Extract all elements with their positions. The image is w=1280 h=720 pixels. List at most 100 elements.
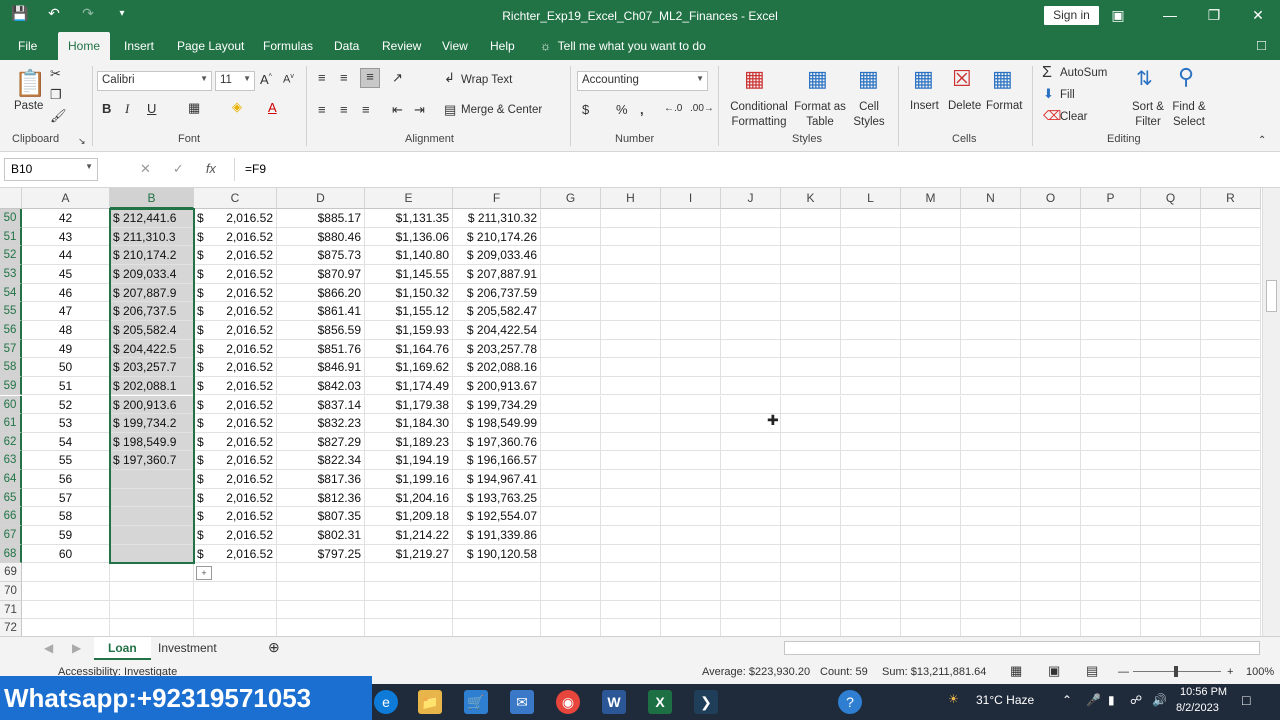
cell-e[interactable]: $1,131.35 bbox=[365, 209, 453, 228]
cell-empty[interactable] bbox=[781, 320, 841, 340]
cell-empty[interactable] bbox=[1081, 432, 1141, 452]
cell-b[interactable]: $ 211,310.3 bbox=[110, 227, 194, 247]
cell-e[interactable]: $1,145.55 bbox=[365, 264, 453, 284]
merge-center-icon[interactable]: ▤ bbox=[444, 102, 456, 118]
cell-f[interactable]: $ 205,582.47 bbox=[453, 302, 541, 321]
cell-empty[interactable] bbox=[961, 395, 1021, 415]
comma-style-icon[interactable]: , bbox=[640, 102, 644, 117]
insert-cells-icon[interactable]: ▦ bbox=[913, 66, 934, 92]
align-center-icon[interactable]: ≡ bbox=[340, 102, 348, 117]
cell-empty[interactable] bbox=[541, 563, 601, 582]
cell-empty[interactable] bbox=[961, 619, 1021, 636]
conditional-formatting-icon[interactable]: ▦ bbox=[744, 66, 765, 92]
cell-empty[interactable] bbox=[781, 264, 841, 284]
tab-home[interactable]: Home bbox=[58, 32, 111, 61]
cell-a[interactable]: 55 bbox=[22, 451, 110, 471]
cell-d[interactable] bbox=[277, 582, 365, 601]
cell-empty[interactable] bbox=[901, 246, 961, 265]
cell-empty[interactable] bbox=[721, 488, 781, 508]
cell-empty[interactable] bbox=[541, 470, 601, 489]
accounting-format-icon[interactable]: $ bbox=[582, 102, 589, 117]
cell-empty[interactable] bbox=[1201, 302, 1261, 321]
sheet-tab-investment[interactable]: Investment bbox=[144, 637, 231, 660]
cell-empty[interactable] bbox=[1201, 414, 1261, 433]
column-header-m[interactable]: M bbox=[901, 188, 961, 209]
tab-insert[interactable]: Insert bbox=[124, 39, 154, 53]
cell-c[interactable]: $2,016.52 bbox=[194, 432, 277, 452]
cell-empty[interactable] bbox=[601, 264, 661, 284]
column-header-o[interactable]: O bbox=[1021, 188, 1081, 209]
underline-icon[interactable]: U bbox=[147, 101, 156, 116]
horizontal-scrollbar[interactable] bbox=[784, 641, 1260, 655]
cell-empty[interactable] bbox=[661, 451, 721, 471]
sheet-tab-loan[interactable]: Loan bbox=[94, 637, 151, 660]
cell-empty[interactable] bbox=[721, 526, 781, 545]
cell-a[interactable]: 53 bbox=[22, 414, 110, 433]
cell-empty[interactable] bbox=[961, 339, 1021, 359]
cell-empty[interactable] bbox=[841, 302, 901, 321]
cell-empty[interactable] bbox=[541, 320, 601, 340]
tray-chevron-icon[interactable]: ⌃ bbox=[1062, 693, 1072, 707]
cell-d[interactable]: $885.17 bbox=[277, 209, 365, 228]
cell-d[interactable]: $797.25 bbox=[277, 544, 365, 564]
cell-empty[interactable] bbox=[541, 488, 601, 508]
cell-e[interactable]: $1,164.76 bbox=[365, 339, 453, 359]
cell-d[interactable]: $875.73 bbox=[277, 246, 365, 265]
cell-empty[interactable] bbox=[901, 209, 961, 228]
cell-empty[interactable] bbox=[1141, 563, 1201, 582]
cell-empty[interactable] bbox=[1021, 320, 1081, 340]
cell-empty[interactable] bbox=[961, 470, 1021, 489]
cell-empty[interactable] bbox=[1141, 432, 1201, 452]
cell-empty[interactable] bbox=[601, 283, 661, 303]
cell-empty[interactable] bbox=[1081, 544, 1141, 564]
cell-e[interactable]: $1,150.32 bbox=[365, 283, 453, 303]
cell-b[interactable] bbox=[110, 582, 194, 601]
align-left-icon[interactable]: ≡ bbox=[318, 102, 326, 117]
cell-empty[interactable] bbox=[1021, 544, 1081, 564]
cell-empty[interactable] bbox=[1021, 451, 1081, 471]
cell-empty[interactable] bbox=[961, 600, 1021, 620]
minimize-button[interactable]: — bbox=[1148, 0, 1192, 32]
cell-empty[interactable] bbox=[781, 376, 841, 396]
cell-empty[interactable] bbox=[841, 376, 901, 396]
tab-file[interactable]: File bbox=[18, 39, 37, 53]
cell-empty[interactable] bbox=[541, 600, 601, 620]
comments-icon[interactable]: □ bbox=[1257, 37, 1266, 54]
cell-empty[interactable] bbox=[1021, 600, 1081, 620]
cell-d[interactable]: $812.36 bbox=[277, 488, 365, 508]
fill-button[interactable]: Fill bbox=[1060, 89, 1075, 101]
fill-color-icon[interactable]: ◈ bbox=[232, 99, 242, 115]
cell-empty[interactable] bbox=[1021, 246, 1081, 265]
cell-empty[interactable] bbox=[1081, 320, 1141, 340]
cell-empty[interactable] bbox=[721, 451, 781, 471]
format-as-table-icon[interactable]: ▦ bbox=[807, 66, 828, 92]
cell-a[interactable]: 60 bbox=[22, 544, 110, 564]
cell-empty[interactable] bbox=[961, 209, 1021, 228]
cell-empty[interactable] bbox=[841, 600, 901, 620]
wrap-text-button[interactable]: Wrap Text bbox=[461, 74, 512, 86]
cell-empty[interactable] bbox=[961, 582, 1021, 601]
cell-empty[interactable] bbox=[1021, 302, 1081, 321]
cell-empty[interactable] bbox=[781, 246, 841, 265]
cell-empty[interactable] bbox=[601, 600, 661, 620]
cell-empty[interactable] bbox=[601, 544, 661, 564]
row-header[interactable]: 65 bbox=[0, 488, 22, 508]
cell-empty[interactable] bbox=[541, 414, 601, 433]
font-color-icon[interactable]: A bbox=[268, 100, 277, 115]
cell-empty[interactable] bbox=[1081, 246, 1141, 265]
cell-b[interactable]: $ 206,737.5 bbox=[110, 302, 194, 321]
cell-empty[interactable] bbox=[541, 619, 601, 636]
cell-d[interactable] bbox=[277, 619, 365, 636]
cell-empty[interactable] bbox=[961, 302, 1021, 321]
cell-e[interactable]: $1,194.19 bbox=[365, 451, 453, 471]
cell-empty[interactable] bbox=[1141, 376, 1201, 396]
cell-empty[interactable] bbox=[661, 395, 721, 415]
vertical-scroll-thumb[interactable] bbox=[1266, 280, 1277, 312]
cell-f[interactable]: $ 192,554.07 bbox=[453, 507, 541, 527]
tab-review[interactable]: Review bbox=[382, 39, 421, 53]
cell-empty[interactable] bbox=[721, 563, 781, 582]
row-header[interactable]: 50 bbox=[0, 209, 22, 228]
row-header[interactable]: 64 bbox=[0, 470, 22, 489]
cell-empty[interactable] bbox=[1081, 395, 1141, 415]
cell-f[interactable]: $ 204,422.54 bbox=[453, 320, 541, 340]
